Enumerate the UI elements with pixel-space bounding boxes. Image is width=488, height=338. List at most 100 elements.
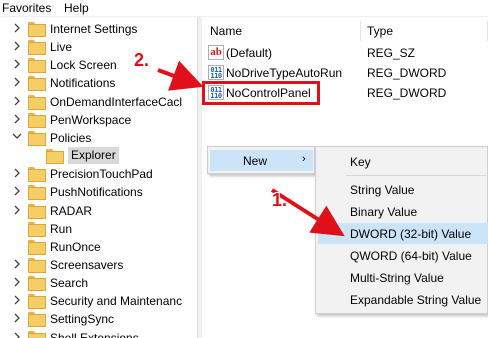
menu-item-label: Key bbox=[350, 155, 371, 169]
tree-item-label: RADAR bbox=[50, 203, 93, 218]
column-header-name[interactable]: Name bbox=[210, 24, 242, 38]
value-row[interactable]: 011 110 NoDriveTypeAutoRun REG_DWORD bbox=[202, 64, 488, 82]
folder-icon bbox=[28, 294, 46, 310]
menu-item-new[interactable]: New › bbox=[210, 150, 313, 171]
menu-item-string-value[interactable]: String Value bbox=[318, 179, 488, 200]
folder-icon bbox=[28, 221, 46, 237]
chevron-right-icon[interactable] bbox=[12, 312, 22, 324]
folder-icon bbox=[28, 112, 46, 128]
folder-icon bbox=[28, 40, 46, 56]
chevron-right-icon[interactable] bbox=[12, 58, 22, 70]
value-type: REG_SZ bbox=[367, 46, 416, 60]
menu-item-label: DWORD (32-bit) Value bbox=[350, 227, 472, 241]
annotation-highlight-box bbox=[202, 81, 320, 105]
tree-item[interactable]: SettingSync bbox=[0, 310, 197, 329]
string-value-icon: ab bbox=[208, 45, 224, 60]
tree-item-label: PushNotifications bbox=[50, 185, 143, 200]
submenu-arrow-icon: › bbox=[302, 153, 306, 165]
registry-key-tree: Internet Settings Live Lock Screen Notifica… bbox=[0, 17, 197, 338]
menu-item-expandable-string-value[interactable]: Expandable String Value bbox=[318, 289, 488, 310]
menu-help[interactable]: Help bbox=[64, 1, 89, 15]
tree-item[interactable]: RADAR bbox=[0, 202, 197, 221]
tree-item[interactable]: PenWorkspace bbox=[0, 111, 197, 130]
column-divider[interactable] bbox=[360, 21, 361, 41]
chevron-right-icon[interactable] bbox=[12, 22, 22, 34]
tree-item-label: Security and Maintenanc bbox=[50, 294, 183, 309]
tree-item[interactable]: Shell Extensions bbox=[0, 329, 197, 338]
tree-item-label: Notifications bbox=[50, 76, 116, 91]
new-submenu: Key String Value Binary Value DWORD (32-… bbox=[315, 146, 488, 314]
tree-item[interactable]: Notifications bbox=[0, 74, 197, 93]
folder-icon bbox=[28, 239, 46, 255]
menu-favorites[interactable]: Favorites bbox=[2, 1, 51, 15]
tree-item[interactable]: Internet Settings bbox=[0, 20, 197, 39]
tree-item-label: Policies bbox=[50, 130, 92, 145]
chevron-right-icon[interactable] bbox=[12, 76, 22, 88]
chevron-right-icon[interactable] bbox=[12, 204, 22, 216]
context-menu: New › bbox=[207, 146, 315, 174]
menu-item-multi-string-value[interactable]: Multi-String Value bbox=[318, 267, 488, 288]
folder-icon bbox=[28, 167, 46, 183]
folder-icon bbox=[28, 22, 46, 37]
chevron-right-icon[interactable] bbox=[12, 185, 22, 197]
tree-item[interactable]: Screensavers bbox=[0, 256, 197, 275]
chevron-right-icon[interactable] bbox=[12, 294, 22, 306]
tree-item-label: Lock Screen bbox=[50, 58, 117, 73]
tree-item-label: Internet Settings bbox=[50, 22, 138, 36]
chevron-right-icon[interactable] bbox=[12, 40, 22, 52]
value-type: REG_DWORD bbox=[367, 86, 447, 100]
menu-separator bbox=[346, 175, 486, 176]
tree-item[interactable]: RunOnce bbox=[0, 238, 197, 257]
menu-item-key[interactable]: Key bbox=[318, 151, 488, 172]
menu-item-label: Multi-String Value bbox=[350, 271, 444, 285]
tree-item-label: Explorer bbox=[68, 147, 119, 165]
column-header-type[interactable]: Type bbox=[367, 24, 393, 38]
folder-icon bbox=[28, 257, 46, 273]
menu-item-binary-value[interactable]: Binary Value bbox=[318, 201, 488, 222]
tree-item-label: Live bbox=[50, 40, 73, 55]
folder-icon bbox=[46, 149, 64, 165]
tree-item[interactable]: Search bbox=[0, 274, 197, 293]
folder-icon bbox=[28, 76, 46, 92]
menu-item-label: Binary Value bbox=[350, 205, 418, 219]
folder-icon bbox=[28, 276, 46, 292]
tree-item[interactable]: Live bbox=[0, 38, 197, 57]
menu-item-label: String Value bbox=[350, 183, 415, 197]
tree-item-label: Run bbox=[50, 221, 73, 236]
tree-item[interactable]: Run bbox=[0, 220, 197, 239]
chevron-right-icon[interactable] bbox=[12, 331, 22, 338]
tree-item[interactable]: PrecisionTouchPad bbox=[0, 165, 197, 184]
tree-item[interactable]: Lock Screen bbox=[0, 56, 197, 75]
menu-bar: Favorites Help bbox=[0, 0, 488, 17]
value-name: (Default) bbox=[226, 46, 273, 60]
tree-item[interactable]: Explorer bbox=[0, 147, 197, 166]
tree-item-label: OnDemandInterfaceCacl bbox=[50, 94, 183, 109]
folder-icon bbox=[28, 312, 46, 328]
menu-item-qword-value[interactable]: QWORD (64-bit) Value bbox=[318, 245, 488, 266]
chevron-right-icon[interactable] bbox=[12, 95, 22, 107]
folder-icon bbox=[28, 330, 46, 338]
tree-item-label: RunOnce bbox=[50, 239, 101, 254]
value-row[interactable]: ab (Default) REG_SZ bbox=[202, 44, 488, 62]
chevron-right-icon[interactable] bbox=[12, 113, 22, 125]
menu-item-dword-value[interactable]: DWORD (32-bit) Value bbox=[318, 223, 488, 244]
tree-item[interactable]: PushNotifications bbox=[0, 183, 197, 202]
chevron-right-icon[interactable] bbox=[12, 167, 22, 179]
chevron-right-icon[interactable] bbox=[12, 258, 22, 270]
binary-value-icon: 011 110 bbox=[208, 65, 224, 80]
value-name: NoDriveTypeAutoRun bbox=[226, 66, 343, 80]
value-type: REG_DWORD bbox=[367, 66, 447, 80]
tree-item[interactable]: Policies bbox=[0, 129, 197, 148]
folder-icon bbox=[28, 130, 46, 146]
tree-item[interactable]: OnDemandInterfaceCacl bbox=[0, 93, 197, 112]
tree-item-label: Search bbox=[50, 276, 89, 291]
folder-icon bbox=[28, 185, 46, 201]
chevron-right-icon[interactable] bbox=[12, 276, 22, 288]
annotation-step-2: 2. bbox=[134, 50, 150, 70]
menu-item-label: Expandable String Value bbox=[350, 293, 482, 307]
tree-item-label: PenWorkspace bbox=[50, 112, 132, 127]
folder-icon bbox=[28, 58, 46, 74]
folder-icon bbox=[28, 94, 46, 110]
chevron-down-icon[interactable] bbox=[12, 131, 22, 143]
tree-item[interactable]: Security and Maintenanc bbox=[0, 292, 197, 311]
